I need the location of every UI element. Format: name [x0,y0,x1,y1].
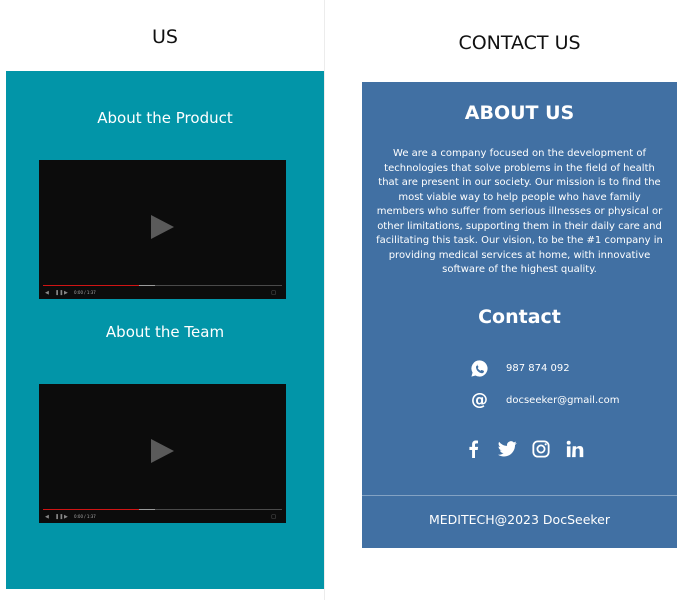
us-panel: About the Product ◀ ❚❚ ▶ 0:00 / 1:37 □ A… [6,71,324,589]
contact-us-panel: ABOUT US We are a company focused on the… [362,82,677,548]
whatsapp-icon [470,359,489,378]
contact-heading: Contact [478,306,561,328]
email-address: docseeker@gmail.com [506,394,620,406]
skip-back-icon[interactable]: ◀ [45,514,49,520]
contact-us-title: CONTACT US [458,32,581,54]
skip-back-icon[interactable]: ◀ [45,290,49,296]
play-icon[interactable] [151,439,174,463]
team-video-player[interactable]: ◀ ❚❚ ▶ 0:00 / 1:37 □ [39,384,286,523]
column-divider [324,0,325,600]
about-product-heading: About the Product [97,109,233,127]
video-progress-bar[interactable] [43,509,282,510]
video-time: 0:00 / 1:37 [74,514,96,519]
social-links [463,438,585,460]
footer-copyright: MEDITECH@2023 DocSeeker [428,512,611,527]
about-us-text: We are a company focused on the developm… [376,148,663,275]
video-progress-buffered [138,285,156,286]
video-progress-bar[interactable] [43,285,282,286]
phone-number: 987 874 092 [506,362,570,374]
video-progress-buffered [138,509,156,510]
fullscreen-icon[interactable]: □ [271,290,276,296]
video-progress-played [43,509,139,510]
twitter-icon[interactable] [497,439,517,459]
pause-icon[interactable]: ❚❚ [55,514,63,520]
phone-row[interactable]: 987 874 092 [470,358,570,378]
skip-forward-icon[interactable]: ▶ [64,514,68,520]
fullscreen-icon[interactable]: □ [271,514,276,520]
us-title: US [152,26,178,48]
skip-forward-icon[interactable]: ▶ [64,290,68,296]
linkedin-icon[interactable] [565,439,585,459]
pause-icon[interactable]: ❚❚ [55,290,63,296]
about-us-heading: ABOUT US [464,102,575,124]
video-time: 0:00 / 1:37 [74,290,96,295]
facebook-icon[interactable] [463,439,483,459]
video-progress-played [43,285,139,286]
email-row[interactable]: @ docseeker@gmail.com [470,390,620,410]
footer-divider [362,495,677,496]
instagram-icon[interactable] [531,439,551,459]
product-video-player[interactable]: ◀ ❚❚ ▶ 0:00 / 1:37 □ [39,160,286,299]
play-icon[interactable] [151,215,174,239]
at-sign-icon: @ [471,390,488,410]
about-team-heading: About the Team [105,323,225,341]
